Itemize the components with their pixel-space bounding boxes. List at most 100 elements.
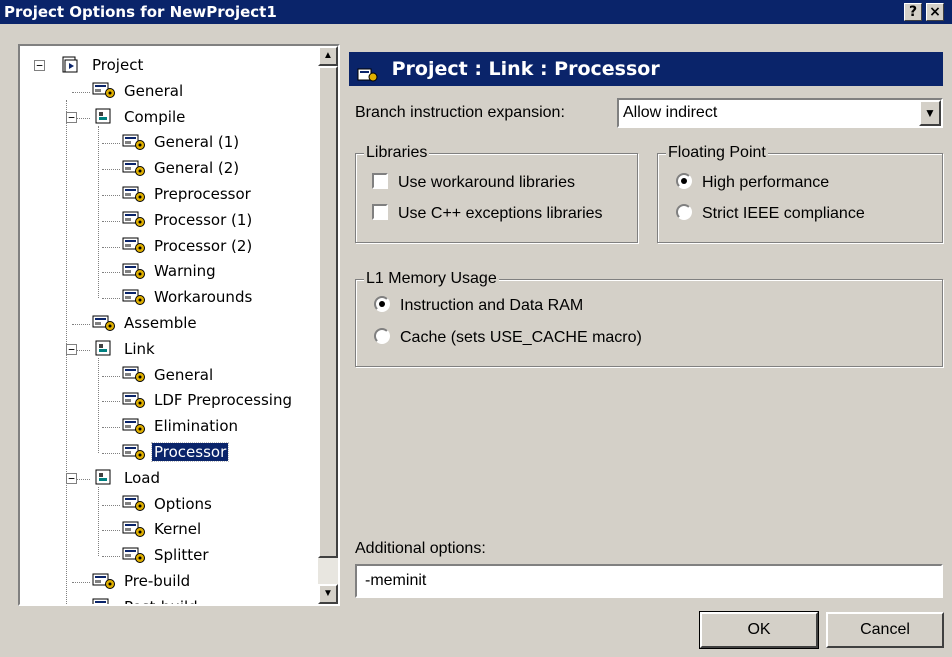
radio-circle[interactable] xyxy=(374,327,390,344)
tree-item-label: Elimination xyxy=(154,417,239,436)
tree-connector xyxy=(102,220,120,222)
instruction-data-ram-label: Instruction and Data RAM xyxy=(400,297,584,314)
floating-point-group: Floating Point High performance Strict I… xyxy=(657,144,943,243)
page-icon xyxy=(122,185,146,203)
page-icon xyxy=(122,520,146,538)
tree-item-label: Workarounds xyxy=(154,288,253,307)
tree-item[interactable]: Kernel xyxy=(122,518,203,544)
collapse-icon[interactable]: − xyxy=(34,60,45,71)
page-icon xyxy=(92,314,116,332)
branch-expansion-value: Allow indirect xyxy=(623,104,718,121)
high-performance-radio[interactable]: High performance xyxy=(676,172,830,192)
page-header: Project : Link : Processor xyxy=(349,52,943,86)
page-icon xyxy=(122,210,146,228)
tree-item[interactable]: Preprocessor xyxy=(122,183,253,209)
collapse-icon[interactable]: − xyxy=(66,111,77,123)
tree-item[interactable]: LDF Preprocessing xyxy=(122,389,294,415)
use-cpp-exceptions-checkbox[interactable]: Use C++ exceptions libraries xyxy=(372,203,603,223)
tree-item-label: Processor xyxy=(150,442,230,462)
tree-item-label: Project xyxy=(92,56,144,74)
collapse-icon[interactable]: − xyxy=(66,472,77,484)
tree-connector xyxy=(72,324,90,325)
page-icon xyxy=(122,236,146,254)
tree-item[interactable]: General (1) xyxy=(122,131,241,157)
ok-button[interactable]: OK xyxy=(699,611,819,649)
folder-icon xyxy=(92,107,116,125)
tree-item-label: LDF Preprocessing xyxy=(154,391,292,410)
tree-item[interactable]: Load xyxy=(92,467,162,493)
checkbox-box[interactable] xyxy=(372,203,388,220)
project-icon xyxy=(60,56,84,74)
page-icon xyxy=(92,81,116,99)
branch-expansion-select[interactable]: Allow indirect ▼ xyxy=(617,98,943,128)
tree-item-label: Assemble xyxy=(124,314,197,332)
tree-item[interactable]: Compile xyxy=(92,106,187,132)
window-title: Project Options for NewProject1 xyxy=(4,3,277,21)
help-button[interactable]: ? xyxy=(904,3,922,21)
page-icon xyxy=(122,494,146,512)
radio-circle[interactable] xyxy=(676,172,692,189)
scroll-thumb[interactable] xyxy=(318,66,338,558)
additional-options-input[interactable]: -meminit xyxy=(355,564,943,598)
tree-connector xyxy=(72,582,90,583)
options-tree[interactable]: ▲ ▼ Project − General Compile − General (1) Ge… xyxy=(18,44,340,606)
tree-item[interactable]: Pre-build xyxy=(92,570,192,596)
tree-item[interactable]: General xyxy=(122,364,215,390)
tree-connector xyxy=(102,298,120,300)
tree-item-label: Splitter xyxy=(154,546,209,565)
radio-circle[interactable] xyxy=(374,295,390,312)
cancel-button[interactable]: Cancel xyxy=(826,612,944,648)
libraries-group-title: Libraries xyxy=(364,144,430,162)
tree-item-label: Pre-build xyxy=(124,572,191,590)
scroll-up-arrow-icon[interactable]: ▲ xyxy=(318,46,338,66)
tree-item-label: Kernel xyxy=(154,520,202,539)
tree-item[interactable]: Post-build xyxy=(92,596,200,604)
scroll-down-arrow-icon[interactable]: ▼ xyxy=(318,584,338,604)
tree-connector xyxy=(98,357,99,453)
libraries-group: Libraries Use workaround libraries Use C… xyxy=(355,144,638,243)
tree-item[interactable]: Workarounds xyxy=(122,286,254,312)
branch-expansion-label: Branch instruction expansion: xyxy=(355,104,565,121)
tree-connector xyxy=(102,504,120,506)
tree-connector xyxy=(102,375,120,377)
tree-connector xyxy=(102,427,120,429)
tree-item[interactable]: Link xyxy=(92,338,157,364)
page-icon xyxy=(92,572,116,590)
tree-item[interactable]: General (2) xyxy=(122,157,241,183)
tree-item-label: Options xyxy=(154,494,212,513)
floating-point-group-title: Floating Point xyxy=(666,144,768,162)
tree-item[interactable]: Options xyxy=(122,493,214,519)
tree-item[interactable]: Processor (1) xyxy=(122,209,254,235)
close-button[interactable]: × xyxy=(926,3,944,21)
checkbox-box[interactable] xyxy=(372,172,388,189)
collapse-icon[interactable]: − xyxy=(66,343,77,355)
tree-item[interactable]: Elimination xyxy=(122,415,240,441)
tree-item-label: General xyxy=(154,365,214,384)
tree-connector xyxy=(102,556,120,558)
tree-item[interactable]: Project xyxy=(60,54,145,80)
radio-circle[interactable] xyxy=(676,203,692,220)
chevron-down-icon[interactable]: ▼ xyxy=(919,100,941,126)
tree-connector xyxy=(102,246,120,248)
tree-item[interactable]: General xyxy=(92,80,185,106)
tree-scrollbar[interactable]: ▲ ▼ xyxy=(318,46,338,604)
tree-item[interactable]: Assemble xyxy=(92,312,199,338)
strict-ieee-radio[interactable]: Strict IEEE compliance xyxy=(676,203,865,223)
high-performance-label: High performance xyxy=(702,174,830,191)
cache-radio[interactable]: Cache (sets USE_CACHE macro) xyxy=(374,327,642,347)
tree-item-label: Processor (2) xyxy=(154,236,253,255)
tree-item[interactable]: Warning xyxy=(122,260,218,286)
tree-item[interactable]: Processor xyxy=(122,441,230,467)
tree-item-label: General xyxy=(124,81,184,100)
page-icon xyxy=(122,417,146,435)
use-workaround-libraries-label: Use workaround libraries xyxy=(398,174,575,191)
instruction-data-ram-radio[interactable]: Instruction and Data RAM xyxy=(374,295,584,315)
tree-item[interactable]: Processor (2) xyxy=(122,235,254,261)
page-header-text: Project : Link : Processor xyxy=(391,58,660,80)
tree-connector xyxy=(102,169,120,171)
tree-connector xyxy=(66,99,67,604)
tree-item[interactable]: Splitter xyxy=(122,544,211,570)
use-workaround-libraries-checkbox[interactable]: Use workaround libraries xyxy=(372,172,575,192)
page-icon xyxy=(357,60,379,81)
page-icon xyxy=(92,597,116,604)
